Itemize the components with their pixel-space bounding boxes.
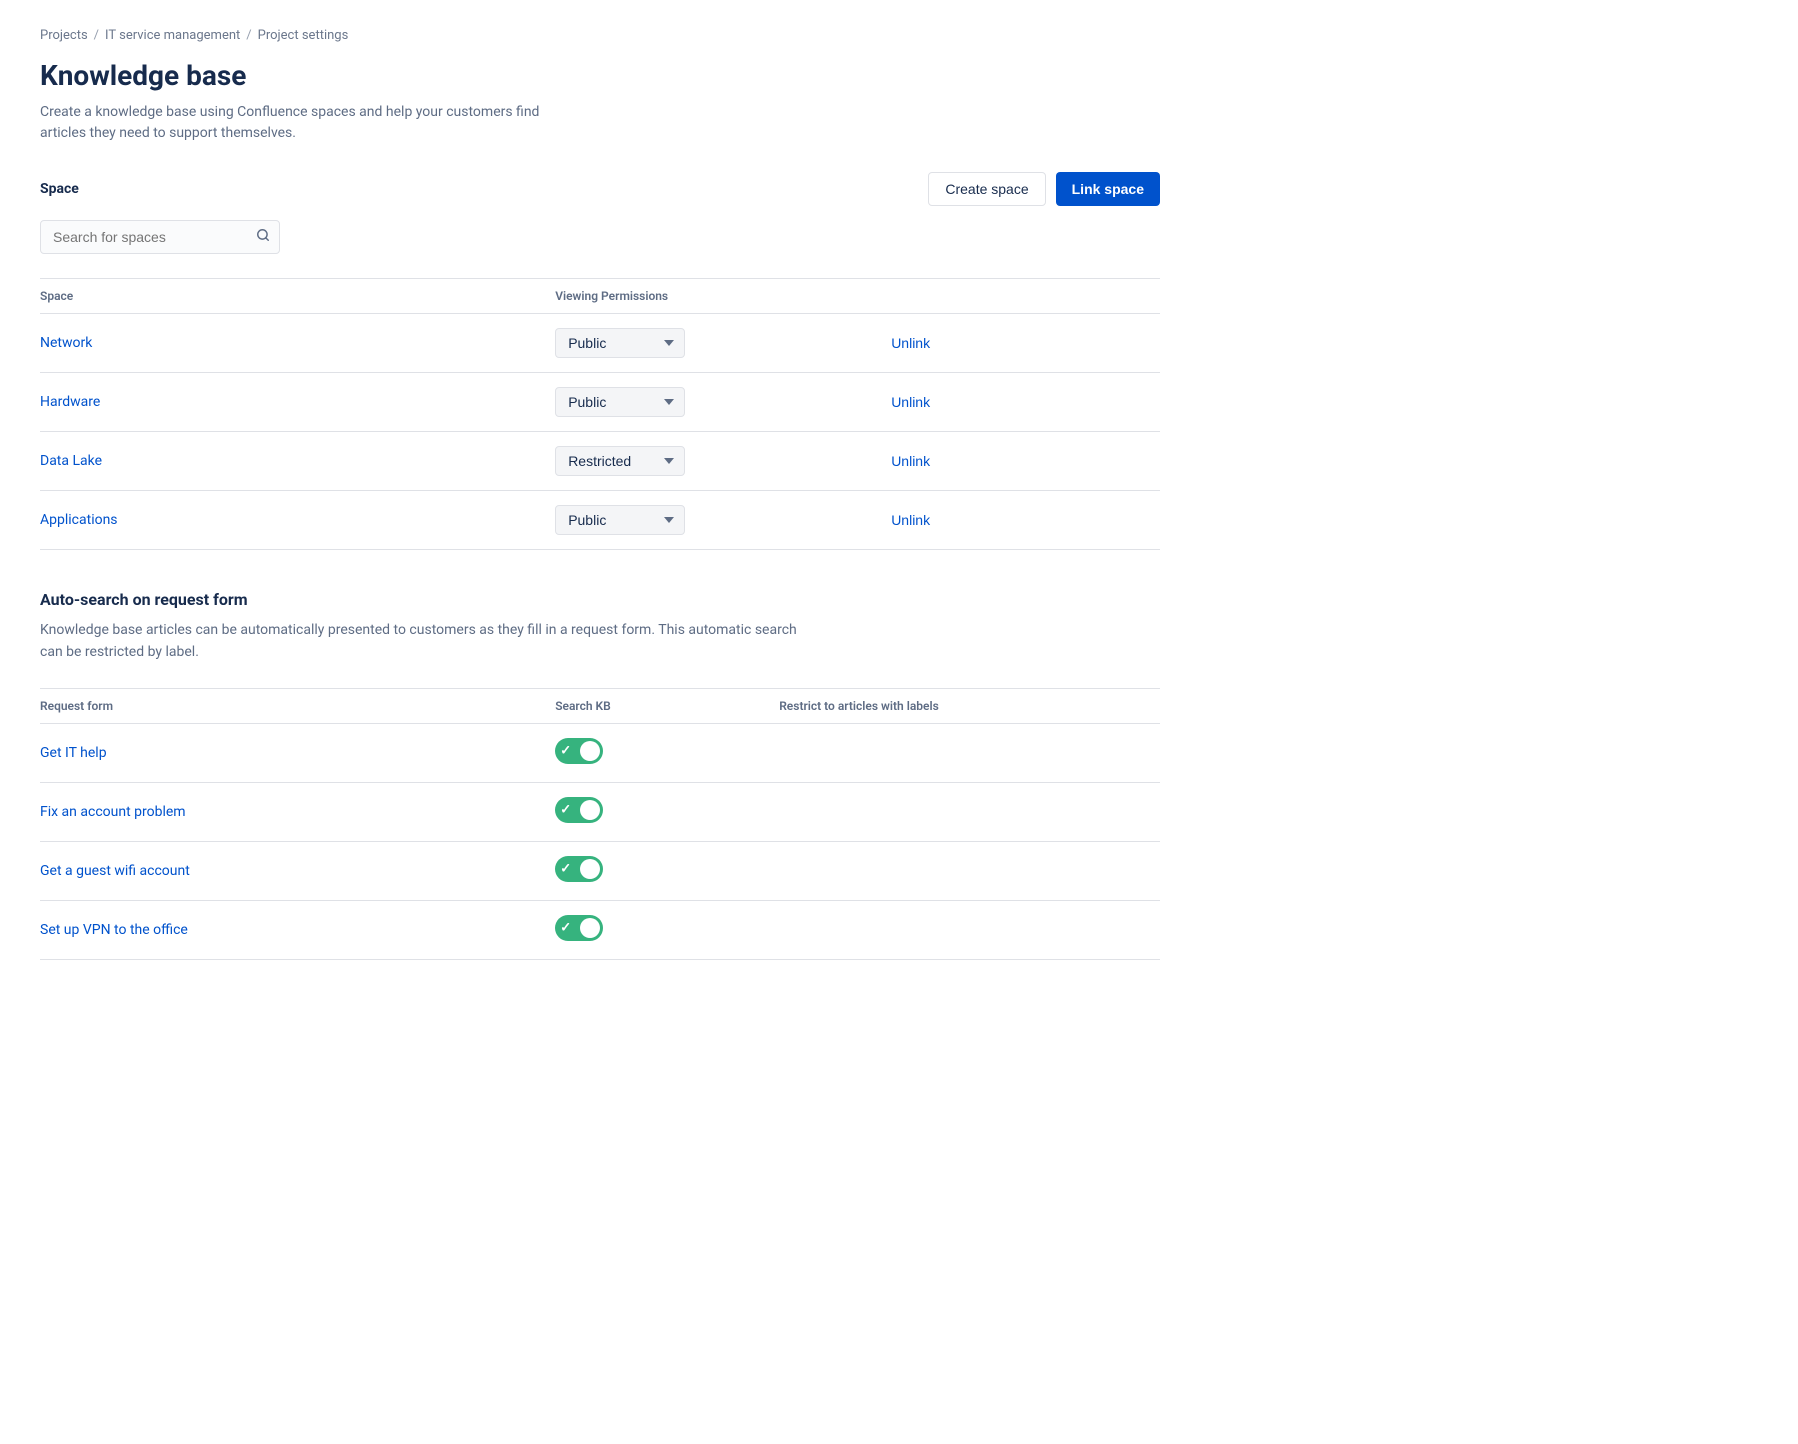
auto-search-section: Auto-search on request form Knowledge ba…: [40, 590, 1160, 960]
breadcrumb-projects[interactable]: Projects: [40, 28, 88, 43]
table-row: Data Lake PublicRestrictedPrivate Unlink: [40, 432, 1160, 491]
space-section-label: Space: [40, 181, 79, 197]
col-request-header: Request form: [40, 688, 555, 723]
breadcrumb: Projects / IT service management / Proje…: [40, 28, 1160, 43]
col-restrict-header: Restrict to articles with labels: [779, 688, 1160, 723]
request-form-link[interactable]: Fix an account problem: [40, 804, 186, 820]
spaces-table: Space Viewing Permissions Network PublicR…: [40, 278, 1160, 550]
table-row: Applications PublicRestrictedPrivate Unlin…: [40, 491, 1160, 550]
search-kb-toggle[interactable]: ✓: [555, 738, 603, 764]
request-form-link[interactable]: Get IT help: [40, 745, 107, 761]
breadcrumb-sep-1: /: [94, 28, 99, 43]
unlink-button[interactable]: Unlink: [891, 335, 930, 351]
auto-search-description: Knowledge base articles can be automatic…: [40, 619, 820, 664]
permission-select[interactable]: PublicRestrictedPrivate: [555, 387, 685, 417]
breadcrumb-project-settings[interactable]: Project settings: [258, 28, 349, 43]
page-title: Knowledge base: [40, 59, 1160, 92]
auto-search-table: Request form Search KB Restrict to artic…: [40, 688, 1160, 960]
search-kb-toggle[interactable]: ✓: [555, 797, 603, 823]
search-spaces-input[interactable]: [40, 220, 280, 254]
col-permissions-header: Viewing Permissions: [555, 279, 891, 314]
restrict-labels-cell: [779, 782, 1160, 841]
space-name-link[interactable]: Hardware: [40, 394, 100, 410]
space-name-link[interactable]: Network: [40, 335, 92, 351]
col-search-kb-header: Search KB: [555, 688, 779, 723]
restrict-labels-cell: [779, 723, 1160, 782]
page-subtitle: Create a knowledge base using Confluence…: [40, 102, 560, 144]
space-name-link[interactable]: Data Lake: [40, 453, 102, 469]
request-form-link[interactable]: Set up VPN to the office: [40, 922, 188, 938]
search-kb-toggle[interactable]: ✓: [555, 856, 603, 882]
restrict-labels-cell: [779, 841, 1160, 900]
table-row: Set up VPN to the office ✓: [40, 900, 1160, 959]
unlink-button[interactable]: Unlink: [891, 394, 930, 410]
col-actions-header: [891, 279, 1160, 314]
table-row: Network PublicRestrictedPrivate Unlink: [40, 314, 1160, 373]
link-space-button[interactable]: Link space: [1056, 172, 1160, 206]
search-icon: [256, 228, 270, 246]
auto-search-title: Auto-search on request form: [40, 590, 1160, 609]
restrict-labels-cell: [779, 900, 1160, 959]
table-row: Fix an account problem ✓: [40, 782, 1160, 841]
create-space-button[interactable]: Create space: [928, 172, 1045, 206]
space-action-buttons: Create space Link space: [928, 172, 1160, 206]
permission-select[interactable]: PublicRestrictedPrivate: [555, 446, 685, 476]
space-name-link[interactable]: Applications: [40, 512, 118, 528]
table-row: Get a guest wifi account ✓: [40, 841, 1160, 900]
breadcrumb-it-service[interactable]: IT service management: [105, 28, 240, 43]
table-row: Hardware PublicRestrictedPrivate Unlink: [40, 373, 1160, 432]
space-section-header: Space Create space Link space: [40, 172, 1160, 206]
table-row: Get IT help ✓: [40, 723, 1160, 782]
permission-select[interactable]: PublicRestrictedPrivate: [555, 505, 685, 535]
search-spaces-wrapper: [40, 220, 280, 254]
col-space-header: Space: [40, 279, 555, 314]
unlink-button[interactable]: Unlink: [891, 512, 930, 528]
search-kb-toggle[interactable]: ✓: [555, 915, 603, 941]
permission-select[interactable]: PublicRestrictedPrivate: [555, 328, 685, 358]
breadcrumb-sep-2: /: [246, 28, 251, 43]
unlink-button[interactable]: Unlink: [891, 453, 930, 469]
request-form-link[interactable]: Get a guest wifi account: [40, 863, 190, 879]
